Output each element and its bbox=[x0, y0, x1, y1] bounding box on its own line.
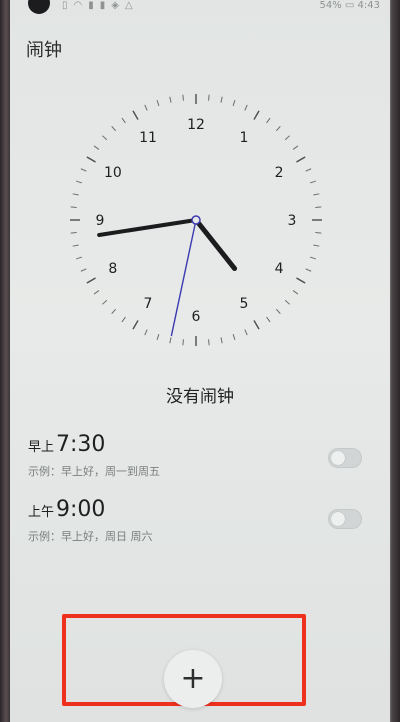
clock-tick bbox=[292, 145, 299, 150]
alarm-period: 早上 bbox=[28, 440, 55, 455]
clock-tick bbox=[275, 126, 281, 132]
clock-tick bbox=[132, 320, 139, 330]
clock-tick bbox=[76, 256, 83, 260]
clock-numeral: 9 bbox=[96, 213, 105, 229]
clock-numeral: 6 bbox=[192, 309, 201, 325]
alarm-item[interactable]: 早上 7:30 示例：早上好，周一到周五 bbox=[28, 432, 368, 479]
clock-tick bbox=[313, 244, 320, 247]
clock-tick bbox=[305, 168, 312, 172]
clock-tick bbox=[169, 337, 172, 344]
clock-numeral: 10 bbox=[104, 165, 122, 181]
clock-tick bbox=[208, 94, 210, 101]
clock-tick bbox=[292, 290, 299, 295]
hour-hand bbox=[193, 217, 238, 272]
clock-tick bbox=[309, 256, 316, 260]
alarm-description: 示例：早上好，周日 周六 bbox=[28, 530, 153, 543]
clock-tick bbox=[72, 193, 79, 196]
toggle-knob bbox=[331, 451, 345, 465]
clock-numeral: 11 bbox=[139, 130, 157, 146]
clock-tick bbox=[232, 100, 236, 107]
clock-tick bbox=[232, 333, 236, 340]
clock-tick bbox=[70, 232, 77, 234]
clock-tick bbox=[296, 156, 306, 163]
clock-tick bbox=[296, 277, 306, 284]
clock-tick bbox=[111, 308, 117, 314]
clock-tick bbox=[253, 320, 260, 330]
clock-tick bbox=[208, 339, 210, 346]
clock-tick bbox=[156, 333, 160, 340]
clock-numeral: 8 bbox=[108, 261, 117, 277]
clock-tick bbox=[121, 117, 126, 124]
clock-numeral: 5 bbox=[240, 296, 249, 312]
alarm-toggle[interactable] bbox=[328, 509, 362, 529]
no-alarm-label: 没有闹钟 bbox=[166, 387, 234, 407]
alarm-period: 上午 bbox=[28, 505, 55, 520]
alarm-item[interactable]: 上午 9:00 示例：早上好，周日 周六 bbox=[28, 497, 368, 544]
clock-tick bbox=[80, 268, 87, 272]
clock-tick bbox=[86, 277, 96, 284]
clock-tick bbox=[86, 156, 96, 163]
clock-tick bbox=[144, 329, 148, 336]
clock-tick bbox=[111, 126, 117, 132]
phone-frame: ▯ ◠ ▮ ▮ ◈ △ 54% ▭ 4:43 闹钟 12 1 2 3 4 5 6 7 8 9 10 1… bbox=[0, 0, 400, 722]
alarm-time-row: 早上 7:30 bbox=[28, 432, 368, 457]
clock-tick bbox=[284, 135, 290, 141]
alarm-toggle[interactable] bbox=[328, 448, 362, 468]
clock-tick bbox=[70, 206, 77, 208]
clock-numeral: 7 bbox=[144, 296, 153, 312]
clock-tick bbox=[309, 180, 316, 184]
minute-hand bbox=[97, 218, 198, 237]
clock-center-pin bbox=[191, 215, 201, 225]
clock-tick bbox=[93, 145, 100, 150]
clock-tick bbox=[102, 135, 108, 141]
analog-clock: 121234567891011 bbox=[70, 94, 322, 346]
clock-tick bbox=[72, 244, 79, 247]
clock-tick bbox=[244, 329, 248, 336]
clock-tick bbox=[315, 206, 322, 208]
clock-tick bbox=[244, 104, 248, 111]
clock-numeral: 12 bbox=[187, 117, 205, 133]
add-alarm-button[interactable]: + bbox=[164, 650, 222, 708]
clock-tick bbox=[220, 96, 223, 103]
clock-tick bbox=[80, 168, 87, 172]
clock-tick bbox=[182, 339, 184, 346]
clock-tick bbox=[93, 290, 100, 295]
clock-tick bbox=[313, 193, 320, 196]
alarm-time-row: 上午 9:00 bbox=[28, 497, 368, 522]
clock-numeral: 3 bbox=[288, 213, 297, 229]
clock-tick bbox=[305, 268, 312, 272]
alarm-time: 9:00 bbox=[56, 497, 106, 522]
clock-tick bbox=[156, 100, 160, 107]
clock-tick bbox=[132, 110, 139, 120]
clock-tick bbox=[284, 299, 290, 305]
clock-tick bbox=[144, 104, 148, 111]
clock-tick bbox=[315, 232, 322, 234]
clock-tick bbox=[220, 337, 223, 344]
alarm-time: 7:30 bbox=[56, 432, 106, 457]
clock-numeral: 1 bbox=[240, 130, 249, 146]
clock-tick bbox=[102, 299, 108, 305]
clock-numeral: 2 bbox=[275, 165, 284, 181]
clock-tick bbox=[266, 316, 271, 323]
clock-tick bbox=[76, 180, 83, 184]
toggle-knob bbox=[331, 512, 345, 526]
clock-tick bbox=[275, 308, 281, 314]
clock-tick bbox=[253, 110, 260, 120]
alarm-description: 示例：早上好，周一到周五 bbox=[28, 465, 160, 478]
clock-numeral: 4 bbox=[275, 261, 284, 277]
clock-tick bbox=[121, 316, 126, 323]
clock-tick bbox=[266, 117, 271, 124]
clock-tick bbox=[182, 94, 184, 101]
clock-tick bbox=[169, 96, 172, 103]
